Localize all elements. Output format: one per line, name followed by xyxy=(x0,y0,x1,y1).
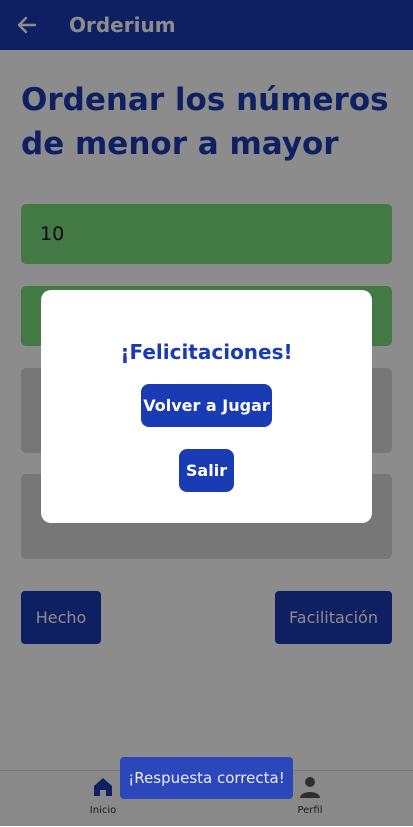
exit-button[interactable]: Salir xyxy=(179,449,234,492)
success-toast: ¡Respuesta correcta! xyxy=(120,757,293,799)
dialog-title: ¡Felicitaciones! xyxy=(120,340,293,364)
play-again-button[interactable]: Volver a Jugar xyxy=(141,384,272,427)
congratulations-dialog: ¡Felicitaciones! Volver a Jugar Salir xyxy=(41,290,372,523)
